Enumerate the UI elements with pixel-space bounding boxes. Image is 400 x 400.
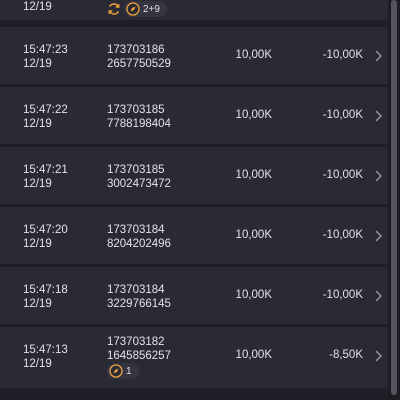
refresh-icon — [108, 3, 120, 15]
row-badges: 1 — [107, 363, 139, 379]
chevron-right-icon[interactable] — [371, 229, 385, 243]
row-id-line2: 2657750529 — [107, 58, 171, 70]
row-amount: 10,00K — [235, 109, 272, 121]
chevron-right-icon[interactable] — [371, 169, 385, 183]
row-id-line1: 173703184 — [107, 224, 165, 236]
row-net: -10,00K — [322, 289, 363, 301]
row-id-line2: 1645856257 — [107, 350, 171, 362]
row-badges: 2+9 — [107, 1, 167, 17]
row-time: 15:47:23 — [23, 44, 68, 56]
transaction-list: 12/19 2+9 15:47:23 12/19 173703186 26577… — [0, 0, 400, 400]
row-net: -10,00K — [322, 109, 363, 121]
row-id-line2: 8204202496 — [107, 238, 171, 250]
badge-count-pill: 2+9 — [124, 1, 167, 17]
row-id-line1: 173703186 — [107, 44, 165, 56]
row-amount: 10,00K — [235, 349, 272, 361]
badge-count: 2+9 — [143, 3, 160, 15]
row-time: 15:47:13 — [23, 344, 68, 356]
row-net: -10,00K — [322, 49, 363, 61]
table-row[interactable]: 15:47:18 12/19 173703184 3229766145 10,0… — [0, 267, 388, 324]
row-date: 12/19 — [23, 118, 52, 130]
row-id-line1: 173703185 — [107, 104, 165, 116]
table-row[interactable]: 15:47:22 12/19 173703185 7788198404 10,0… — [0, 87, 388, 144]
row-date: 12/19 — [23, 58, 52, 70]
chevron-right-icon[interactable] — [371, 349, 385, 363]
row-date: 12/19 — [23, 358, 52, 370]
table-row[interactable]: 15:47:23 12/19 173703186 2657750529 10,0… — [0, 27, 388, 84]
row-amount: 10,00K — [235, 49, 272, 61]
table-row[interactable]: 12/19 2+9 — [0, 0, 388, 20]
scrollbar-thumb[interactable] — [391, 0, 397, 395]
row-amount: 10,00K — [235, 289, 272, 301]
row-id-line1: 173703184 — [107, 284, 165, 296]
row-id-line1: 173703182 — [107, 336, 165, 348]
row-time: 15:47:18 — [23, 284, 68, 296]
row-id-line2: 3002473472 — [107, 178, 171, 190]
table-row[interactable]: 15:47:21 12/19 173703185 3002473472 10,0… — [0, 147, 388, 204]
row-date: 12/19 — [23, 1, 52, 13]
chevron-right-icon[interactable] — [371, 289, 385, 303]
row-time: 15:47:20 — [23, 224, 68, 236]
row-date: 12/19 — [23, 238, 52, 250]
row-net: -8,50K — [329, 349, 363, 361]
row-date: 12/19 — [23, 298, 52, 310]
badge-count: 1 — [126, 365, 132, 377]
row-date: 12/19 — [23, 178, 52, 190]
row-id-line2: 3229766145 — [107, 298, 171, 310]
row-id-line2: 7788198404 — [107, 118, 171, 130]
row-id-line1: 173703185 — [107, 164, 165, 176]
compass-icon — [126, 2, 140, 16]
table-row[interactable]: 15:47:20 12/19 173703184 8204202496 10,0… — [0, 207, 388, 264]
row-time: 15:47:21 — [23, 164, 68, 176]
row-net: -10,00K — [322, 169, 363, 181]
badge-count-pill: 1 — [107, 363, 139, 379]
row-net: -10,00K — [322, 229, 363, 241]
row-amount: 10,00K — [235, 229, 272, 241]
row-time: 15:47:22 — [23, 104, 68, 116]
chevron-right-icon[interactable] — [371, 109, 385, 123]
row-amount: 10,00K — [235, 169, 272, 181]
table-row[interactable]: 15:47:13 12/19 173703182 1645856257 1 10… — [0, 327, 388, 388]
compass-icon — [109, 364, 123, 378]
chevron-right-icon[interactable] — [371, 49, 385, 63]
